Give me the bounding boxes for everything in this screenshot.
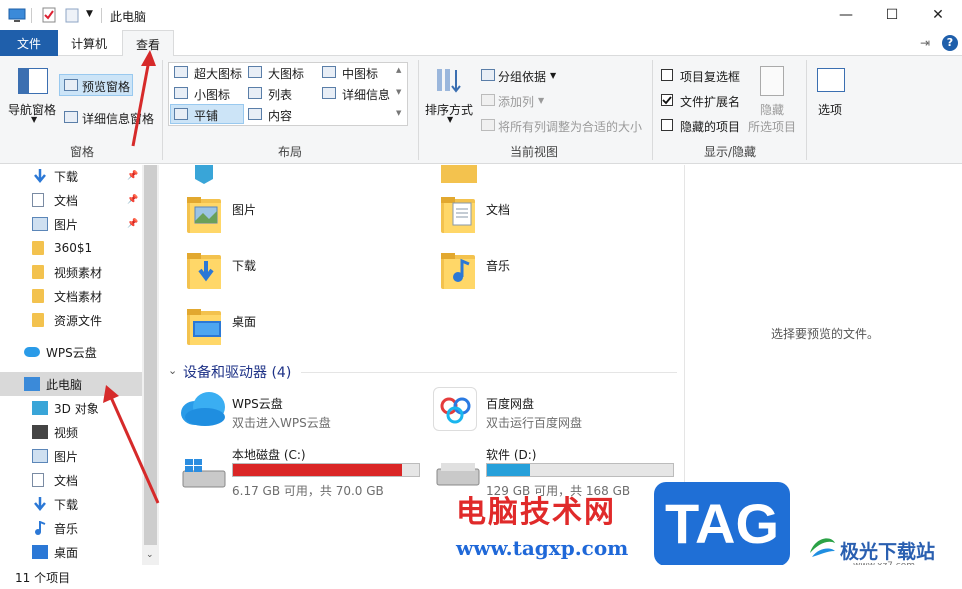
arrow-line [131, 59, 151, 147]
arrow-line [108, 394, 160, 504]
annotation-arrows [103, 50, 160, 504]
arrow-head [141, 50, 156, 66]
